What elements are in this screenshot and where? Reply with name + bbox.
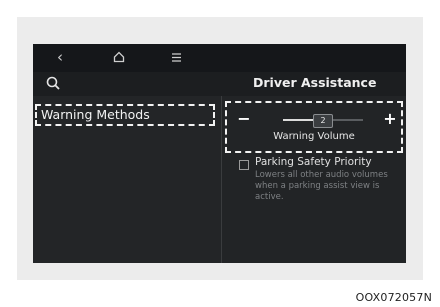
sidebar-item-warning-methods[interactable]: Warning Methods <box>35 104 215 126</box>
figure-code: OOX072057N <box>355 291 432 304</box>
page-title: Driver Assistance <box>253 75 377 90</box>
volume-slider[interactable]: 2 <box>283 114 363 128</box>
home-icon[interactable] <box>113 49 125 67</box>
parking-priority-label[interactable]: Parking Safety Priority <box>255 156 372 168</box>
parking-priority-checkbox[interactable] <box>239 160 249 170</box>
warning-volume-control: − 2 + Warning Volume <box>225 101 403 153</box>
parking-priority-description: Lowers all other audio volumes when a pa… <box>255 170 388 202</box>
top-nav-bar: ‹ <box>33 44 406 72</box>
search-icon[interactable] <box>45 75 63 93</box>
settings-sidebar: Warning Methods <box>33 96 222 263</box>
infotainment-screen: ‹ Driver Assistance Warning Methods − 2 … <box>33 44 406 263</box>
back-chevron-icon[interactable]: ‹ <box>57 48 63 66</box>
volume-value-indicator[interactable]: 2 <box>313 114 333 128</box>
volume-increase-button[interactable]: + <box>381 111 399 129</box>
header-bar: Driver Assistance <box>33 72 406 96</box>
sidebar-item-label: Warning Methods <box>41 107 150 122</box>
warning-volume-label: Warning Volume <box>273 131 355 142</box>
menu-icon[interactable] <box>171 49 182 67</box>
volume-decrease-button[interactable]: − <box>235 111 253 129</box>
